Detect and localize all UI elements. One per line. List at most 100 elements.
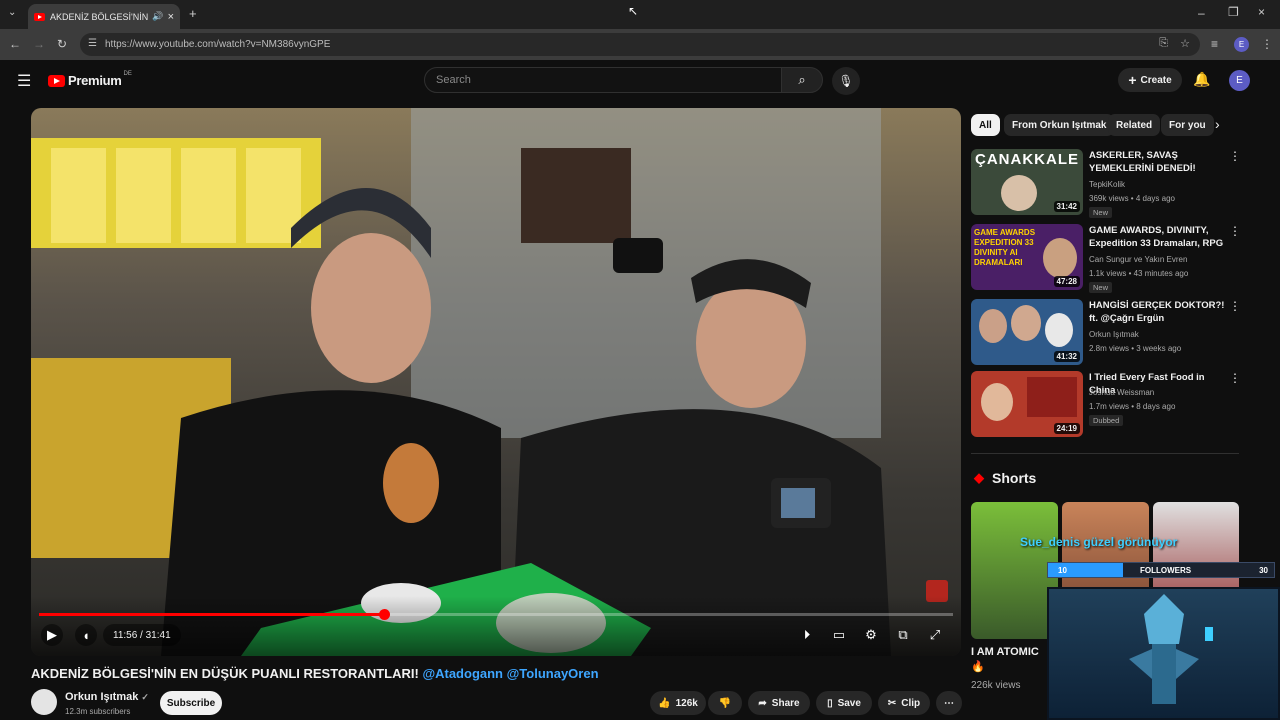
recommendation-thumbnail[interactable]: 24:19 [971, 371, 1083, 437]
autoplay-icon: ⏵ [803, 627, 811, 642]
tab-search-icon[interactable]: ⌄ [8, 7, 16, 18]
streamer-camera-overlay [1047, 587, 1280, 720]
short-title[interactable]: I AM ATOMIC 🔥 [971, 645, 1041, 675]
like-button[interactable]: 👍 126k [650, 691, 706, 715]
progress-bar[interactable] [39, 609, 953, 620]
time-display: 11:56 / 31:41 [103, 624, 181, 646]
audio-icon[interactable]: 🔊 [152, 11, 163, 22]
player-controls: ▶ ◖ 11:56 / 31:41 ⏵ ▭ ⚙ ⧉ ⤢ [31, 596, 961, 656]
short-views: 226k views [971, 680, 1021, 691]
minimize-icon[interactable]: – [1198, 6, 1205, 20]
bookmark-star-icon[interactable]: ☆ [1180, 37, 1190, 50]
recommendation-channel[interactable]: Joshua Weissman [1089, 388, 1154, 397]
video-title: AKDENİZ BÖLGESİ'NİN EN DÜŞÜK PUANLI REST… [31, 666, 599, 681]
miniplayer-button[interactable]: ⧉ [891, 624, 915, 646]
browser-profile-avatar[interactable]: E [1234, 37, 1249, 52]
recommendation-title[interactable]: HANGİSİ GERÇEK DOKTOR?! ft. @Çağrı Ergün [1089, 299, 1227, 325]
channel-avatar[interactable] [31, 689, 57, 715]
reload-icon[interactable]: ↻ [57, 37, 67, 51]
recommendation-title[interactable]: GAME AWARDS, DIVINITY, Expedition 33 Dra… [1089, 224, 1227, 250]
more-actions-button[interactable]: ⋯ [936, 691, 962, 715]
chip-for-you[interactable]: For you [1161, 114, 1214, 136]
duration-badge: 47:28 [1053, 276, 1080, 287]
recommendation-meta: 369k views • 4 days ago [1089, 194, 1175, 203]
search-icon: ⌕ [798, 72, 806, 87]
kebab-menu-icon[interactable]: ⋮ [1229, 371, 1241, 385]
mouse-cursor-icon: ↖ [628, 4, 639, 18]
site-info-icon[interactable]: ☰ [88, 38, 97, 49]
hamburger-menu-icon[interactable]: ☰ [17, 71, 31, 91]
back-icon[interactable]: ← [9, 37, 21, 51]
clip-button[interactable]: ✂ Clip [878, 691, 930, 715]
subscribe-button[interactable]: Subscribe [160, 691, 222, 715]
recommendation-item[interactable]: GAME AWARDS EXPEDITION 33 DIVINITY AI DR… [971, 224, 1241, 293]
mute-button[interactable]: ◖ [75, 624, 97, 646]
dislike-button[interactable]: 👎 [708, 691, 742, 715]
chip-all[interactable]: All [971, 114, 1000, 136]
browser-menu-icon[interactable]: ⋮ [1261, 37, 1273, 51]
chips-next-icon[interactable]: › [1215, 116, 1220, 132]
scrubber-handle[interactable] [378, 609, 390, 620]
media-controls-icon[interactable]: ≡ [1211, 37, 1218, 51]
search-input[interactable]: Search [424, 67, 782, 93]
recommendation-item[interactable]: 41:32 HANGİSİ GERÇEK DOKTOR?! ft. @Çağrı… [971, 299, 1241, 367]
region-code: DE [123, 70, 132, 77]
forward-icon[interactable]: → [33, 37, 45, 51]
kebab-menu-icon[interactable]: ⋮ [1229, 224, 1241, 238]
browser-tab-bar: ⌄ AKDENİZ BÖLGESİ'NİN EN 🔊 × + ↖ – ❐ × [0, 0, 1280, 29]
overlay-character-art [1129, 594, 1213, 704]
search-placeholder: Search [436, 74, 471, 86]
play-icon: ▶ [47, 627, 57, 642]
video-title-text: AKDENİZ BÖLGESİ'NİN EN DÜŞÜK PUANLI REST… [31, 666, 419, 681]
goal-target: 30 [1259, 566, 1268, 575]
maximize-icon[interactable]: ❐ [1228, 5, 1239, 19]
video-frame [31, 108, 948, 656]
youtube-premium-logo[interactable]: Premium DE [48, 70, 132, 88]
kebab-menu-icon[interactable]: ⋮ [1229, 149, 1241, 163]
channel-name[interactable]: Orkun Işıtmak ✓ [65, 691, 149, 703]
mention-link-1[interactable]: @Atadogann [422, 666, 503, 681]
recommendation-title[interactable]: ASKERLER, SAVAŞ YEMEKLERİNİ DENEDİ! [1089, 149, 1227, 175]
recommendation-thumbnail[interactable]: GAME AWARDS EXPEDITION 33 DIVINITY AI DR… [971, 224, 1083, 290]
save-button[interactable]: ▯ Save [816, 691, 872, 715]
create-button[interactable]: + Create [1118, 68, 1182, 92]
subscriber-count: 12.3m subscribers [65, 707, 131, 716]
recommendation-thumbnail[interactable]: 41:32 [971, 299, 1083, 365]
account-avatar[interactable]: E [1229, 70, 1250, 91]
install-app-icon[interactable]: ⎘ [1159, 37, 1168, 50]
recommendation-thumbnail[interactable]: ÇANAKKALE 31:42 [971, 149, 1083, 215]
search-button[interactable]: ⌕ [781, 67, 823, 93]
chip-from-channel[interactable]: From Orkun Işıtmak [1004, 114, 1115, 136]
mention-link-2[interactable]: @TolunayOren [507, 666, 599, 681]
follower-goal-bar: 10 FOLLOWERS 30 [1047, 562, 1275, 578]
recommendation-channel[interactable]: TepkiKolik [1089, 180, 1125, 189]
tab-close-icon[interactable]: × [168, 11, 174, 23]
recommendation-item[interactable]: 24:19 I Tried Every Fast Food in China J… [971, 371, 1241, 439]
voice-search-button[interactable]: 🎙 [832, 67, 860, 95]
short-thumbnail[interactable] [971, 502, 1058, 639]
chip-related[interactable]: Related [1108, 114, 1161, 136]
dubbed-badge: Dubbed [1089, 415, 1124, 426]
url-field[interactable]: ☰ https://www.youtube.com/watch?v=NM386v… [80, 33, 1200, 56]
settings-button[interactable]: ⚙ [859, 624, 883, 646]
like-count: 126k [675, 697, 698, 709]
play-button[interactable]: ▶ [41, 624, 63, 646]
recommendation-item[interactable]: ÇANAKKALE 31:42 ASKERLER, SAVAŞ YEMEKLER… [971, 149, 1241, 218]
recommendation-channel[interactable]: Orkun Işıtmak [1089, 330, 1139, 339]
share-button[interactable]: ➦ Share [748, 691, 810, 715]
kebab-menu-icon[interactable]: ⋮ [1229, 299, 1241, 313]
window-close-icon[interactable]: × [1258, 5, 1265, 19]
recommendation-channel[interactable]: Can Sungur ve Yakın Evren [1089, 255, 1187, 264]
new-tab-icon[interactable]: + [189, 6, 197, 21]
video-player[interactable]: ▶ ◖ 11:56 / 31:41 ⏵ ▭ ⚙ ⧉ ⤢ [31, 108, 961, 656]
subtitles-button[interactable]: ▭ [827, 624, 851, 646]
browser-tab[interactable]: AKDENİZ BÖLGESİ'NİN EN 🔊 × [28, 4, 180, 29]
divider [971, 453, 1239, 454]
progress-fill [39, 613, 384, 616]
youtube-header: ☰ Premium DE Search ⌕ 🎙 + Create 🔔 E [0, 60, 1280, 104]
save-label: Save [837, 697, 861, 709]
fullscreen-button[interactable]: ⤢ [923, 624, 947, 646]
notifications-bell-icon[interactable]: 🔔 [1193, 71, 1210, 88]
share-icon: ➦ [758, 697, 767, 709]
autoplay-toggle[interactable]: ⏵ [793, 624, 821, 646]
